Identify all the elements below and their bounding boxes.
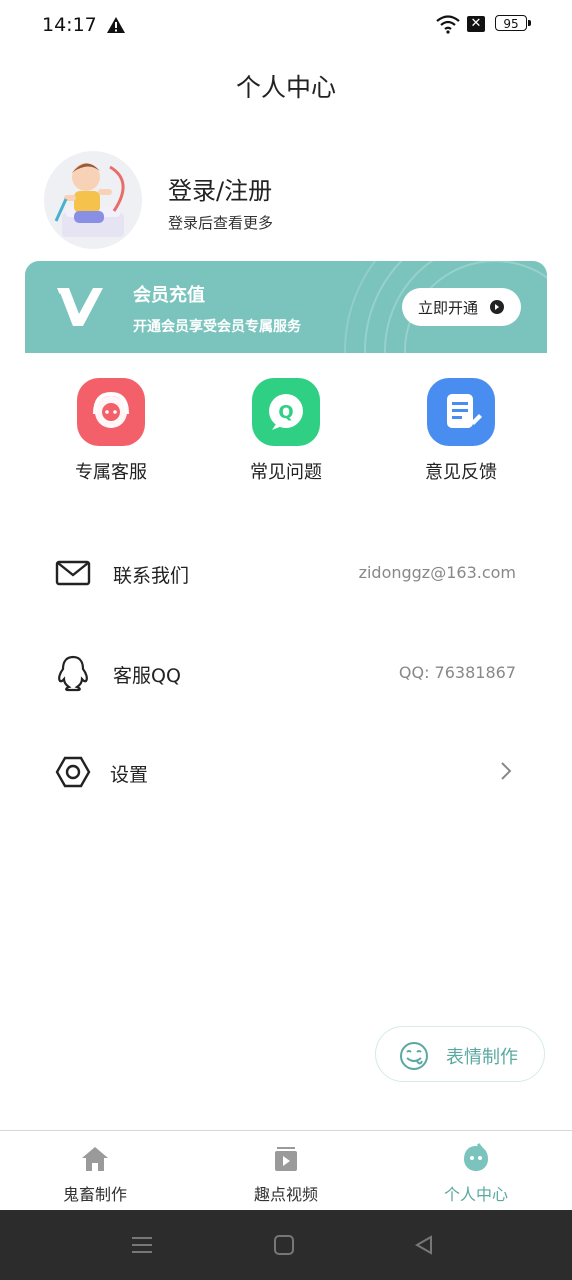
no-sim-icon: ✕ xyxy=(467,16,485,32)
settings-label: 设置 xyxy=(110,764,149,786)
home-square-icon[interactable] xyxy=(273,1234,295,1256)
customer-qq-number: QQ: 76381867 xyxy=(398,663,516,682)
customer-qq-row[interactable]: 客服QQ QQ: 76381867 xyxy=(0,642,572,702)
profile-face-icon xyxy=(464,1143,488,1171)
wifi-icon xyxy=(436,15,460,34)
headset-icon xyxy=(77,378,145,446)
quick-action-customer-service[interactable]: 专属客服 xyxy=(41,376,181,486)
activate-now-button[interactable]: 立即开通 xyxy=(402,288,521,326)
avatar[interactable] xyxy=(44,151,142,249)
question-bubble-icon: Q xyxy=(252,378,320,446)
tab-label: 趣点视频 xyxy=(253,1185,318,1204)
vip-v-icon xyxy=(57,288,103,326)
member-banner-subtitle: 开通会员享受会员专属服务 xyxy=(133,319,301,335)
activate-now-label: 立即开通 xyxy=(418,300,479,317)
login-register-link[interactable]: 登录/注册 xyxy=(168,171,272,206)
make-emoji-label: 表情制作 xyxy=(446,1047,518,1068)
quick-action-faq[interactable]: Q 常见问题 xyxy=(216,376,356,486)
tab-fun-videos[interactable]: 趣点视频 xyxy=(191,1131,381,1211)
warning-icon xyxy=(107,17,125,33)
mail-icon xyxy=(55,560,91,586)
chevron-right-icon xyxy=(501,762,512,780)
smiley-tongue-icon xyxy=(400,1042,428,1070)
quick-action-label: 意见反馈 xyxy=(425,462,497,483)
quick-action-label: 专属客服 xyxy=(75,462,147,483)
quick-action-label: 常见问题 xyxy=(250,462,322,483)
back-icon[interactable] xyxy=(413,1234,435,1256)
video-icon xyxy=(275,1147,297,1171)
settings-row[interactable]: 设置 xyxy=(0,741,572,801)
settings-hexagon-icon xyxy=(55,756,91,788)
page-title: 个人中心 xyxy=(235,73,336,102)
home-icon xyxy=(82,1147,108,1171)
contact-us-label: 联系我们 xyxy=(113,565,190,587)
feedback-note-icon xyxy=(427,378,495,446)
bottom-tab-bar: 鬼畜制作 趣点视频 个人中心 xyxy=(0,1130,572,1211)
tab-profile[interactable]: 个人中心 xyxy=(381,1131,571,1211)
tab-meme-maker[interactable]: 鬼畜制作 xyxy=(0,1131,190,1211)
tab-label: 个人中心 xyxy=(443,1185,508,1204)
member-banner[interactable]: 会员充值 开通会员享受会员专属服务 立即开通 xyxy=(25,261,547,353)
tab-label: 鬼畜制作 xyxy=(62,1185,127,1204)
quick-action-feedback[interactable]: 意见反馈 xyxy=(391,376,531,486)
member-banner-title: 会员充值 xyxy=(133,285,205,306)
status-time: 14:17 xyxy=(42,14,97,36)
qq-penguin-icon xyxy=(58,655,88,692)
battery-indicator: 95 xyxy=(495,15,531,31)
svg-text:Q: Q xyxy=(278,402,293,423)
contact-email: zidonggz@163.com xyxy=(358,563,516,582)
contact-us-row[interactable]: 联系我们 zidonggz@163.com xyxy=(0,542,572,602)
menu-icon[interactable] xyxy=(131,1235,153,1255)
make-emoji-button[interactable]: 表情制作 xyxy=(375,1026,545,1082)
system-navigation-bar xyxy=(0,1210,572,1280)
arrow-right-circle-icon xyxy=(490,300,504,314)
login-hint: 登录后查看更多 xyxy=(168,214,274,232)
avatar-illustration-icon xyxy=(54,163,125,237)
customer-qq-label: 客服QQ xyxy=(113,665,181,687)
